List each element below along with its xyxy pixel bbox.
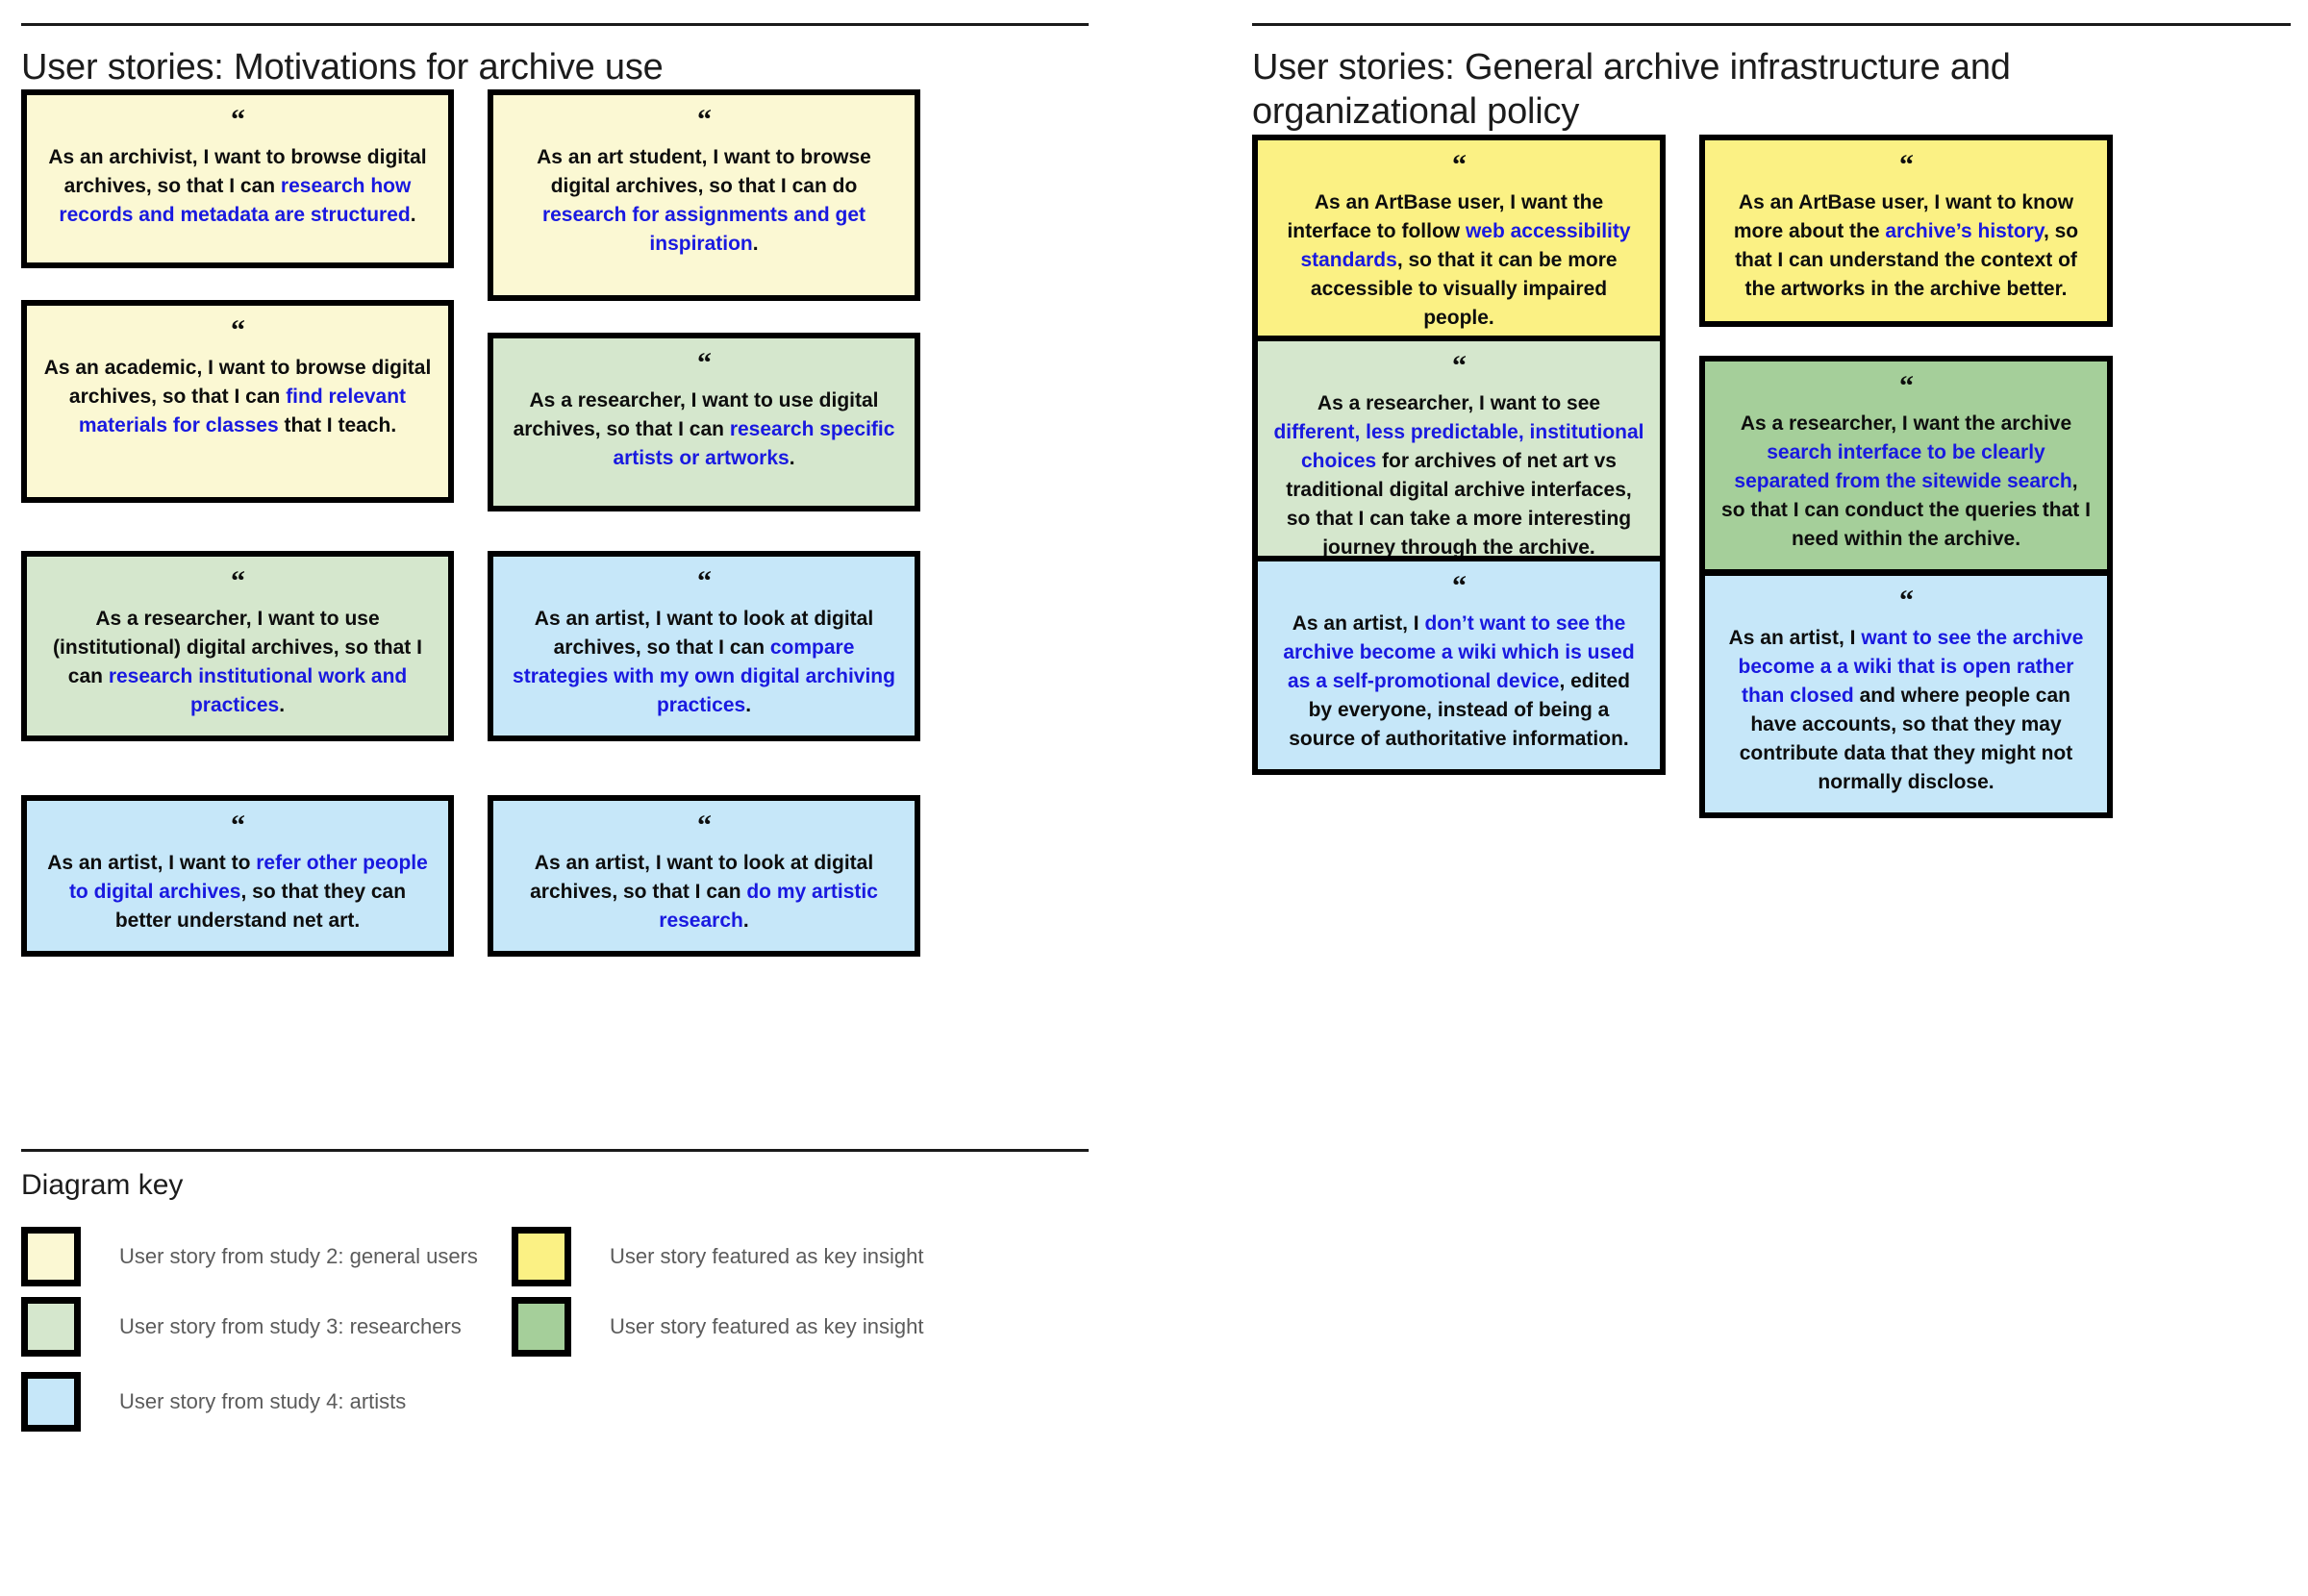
story-plain: As an artist, I xyxy=(1292,611,1425,635)
user-story-card[interactable]: “ As an artist, I want to see the archive… xyxy=(1699,569,2113,818)
story-highlight: research institutional work and practice… xyxy=(108,665,408,717)
user-story-text: As a researcher, I want to see different… xyxy=(1273,389,1644,562)
quote-mark-icon: “ xyxy=(697,565,712,598)
user-story-card[interactable]: “ As an artist, I want to look at digital… xyxy=(488,795,920,958)
quote-mark-icon: “ xyxy=(697,810,712,842)
legend-label: User story from study 2: general users xyxy=(119,1244,478,1268)
story-highlight: research for assignments and get inspira… xyxy=(541,204,866,256)
legend-label: User story featured as key insight xyxy=(610,1244,924,1268)
user-story-text: As a researcher, I want the archive sear… xyxy=(1720,410,2092,554)
user-story-text: As a researcher, I want to use (institut… xyxy=(42,605,433,720)
user-story-card[interactable]: “ As an academic, I want to browse digita… xyxy=(21,300,454,504)
legend-item: User story featured as key insight xyxy=(512,1297,923,1357)
legend-item: User story from study 4: artists xyxy=(21,1372,406,1432)
story-plain: that I teach. xyxy=(278,414,397,437)
user-story-card[interactable]: “ As an art student, I want to browse dig… xyxy=(488,89,920,302)
quote-mark-icon: “ xyxy=(1899,148,1914,181)
diagram-page: User stories: Motivations for archive us… xyxy=(0,0,2308,1596)
quote-mark-icon: “ xyxy=(1452,349,1467,382)
user-story-card[interactable]: “ As an artist, I want to look at digital… xyxy=(488,551,920,742)
right-card-grid: “ As an ArtBase user, I want the interfac… xyxy=(1252,134,2291,818)
right-column-title: User stories: General archive infrastruc… xyxy=(1252,47,2011,133)
legend-label: User story from study 4: artists xyxy=(119,1389,407,1413)
user-story-card[interactable]: “ As an artist, I don’t want to see the a… xyxy=(1252,555,1666,775)
story-plain: . xyxy=(742,910,749,933)
quote-mark-icon: “ xyxy=(697,347,712,380)
user-story-text: As a researcher, I want to use digital a… xyxy=(509,387,899,473)
story-plain: As an artist, I xyxy=(1728,626,1862,649)
quote-mark-icon: “ xyxy=(231,565,245,598)
story-highlight: archive’s history xyxy=(1885,219,2044,242)
legend-swatch-yellow xyxy=(512,1227,571,1286)
legend-title: Diagram key xyxy=(21,1169,184,1201)
legend-swatch-greenlight xyxy=(21,1297,81,1357)
user-story-card[interactable]: “ As an ArtBase user, I want to know more… xyxy=(1699,134,2113,327)
user-story-card[interactable]: “ As a researcher, I want the archive sea… xyxy=(1699,355,2113,575)
user-story-text: As an academic, I want to browse digital… xyxy=(42,354,433,440)
user-story-text: As an art student, I want to browse digi… xyxy=(509,143,899,259)
user-story-text: As an ArtBase user, I want to know more … xyxy=(1720,188,2092,304)
user-story-text: As an artist, I want to look at digital … xyxy=(509,605,899,720)
user-story-text: As an archivist, I want to browse digita… xyxy=(42,143,433,230)
story-plain: As an art student, I want to browse digi… xyxy=(537,146,871,198)
story-plain: As a researcher, I want the archive xyxy=(1740,411,2072,435)
quote-mark-icon: “ xyxy=(231,104,245,137)
user-story-text: As an artist, I want to refer other peop… xyxy=(42,849,433,935)
user-story-text: As an artist, I want to see the archive … xyxy=(1720,624,2092,797)
user-story-text: As an artist, I don’t want to see the ar… xyxy=(1273,610,1644,754)
user-story-card[interactable]: “ As an ArtBase user, I want the interfac… xyxy=(1252,134,1666,354)
legend-label: User story featured as key insight xyxy=(610,1314,924,1338)
story-plain: . xyxy=(745,694,752,717)
legend-swatch-cream xyxy=(21,1227,81,1286)
story-plain: . xyxy=(410,204,416,227)
quote-mark-icon: “ xyxy=(697,104,712,137)
quote-mark-icon: “ xyxy=(231,810,245,842)
diagram-key: Diagram key User story from study 2: gen… xyxy=(21,1149,1089,1467)
user-story-card[interactable]: “ As a researcher, I want to use (institu… xyxy=(21,551,454,742)
legend-swatch-greendark xyxy=(512,1297,571,1357)
quote-mark-icon: “ xyxy=(1452,569,1467,602)
quote-mark-icon: “ xyxy=(1452,148,1467,181)
story-highlight: search interface to be clearly separated… xyxy=(1734,440,2072,492)
story-plain: . xyxy=(752,233,759,256)
story-plain: As an artist, I want to xyxy=(47,852,257,875)
story-plain: . xyxy=(279,694,286,717)
legend-swatch-blue xyxy=(21,1372,81,1432)
left-column: User stories: Motivations for archive us… xyxy=(21,0,1089,974)
user-story-card[interactable]: “ As an archivist, I want to browse digit… xyxy=(21,89,454,269)
legend-item: User story from study 2: general users xyxy=(21,1227,478,1286)
quote-mark-icon: “ xyxy=(231,314,245,347)
user-story-card[interactable]: “ As a researcher, I want to see differen… xyxy=(1252,335,1666,584)
story-plain: As a researcher, I want to see xyxy=(1317,391,1601,414)
user-story-card[interactable]: “ As an artist, I want to refer other peo… xyxy=(21,795,454,958)
legend-label: User story from study 3: researchers xyxy=(119,1314,462,1338)
user-story-card[interactable]: “ As a researcher, I want to use digital … xyxy=(488,333,920,512)
left-column-title: User stories: Motivations for archive us… xyxy=(21,47,664,87)
legend-item: User story featured as key insight xyxy=(512,1227,923,1286)
user-story-text: As an artist, I want to look at digital … xyxy=(509,849,899,935)
story-plain: . xyxy=(789,447,795,470)
quote-mark-icon: “ xyxy=(1899,369,1914,402)
quote-mark-icon: “ xyxy=(1899,584,1914,616)
legend-items: User story from study 2: general users Us… xyxy=(21,1227,1089,1467)
right-column: User stories: General archive infrastruc… xyxy=(1252,0,2291,818)
legend-item: User story from study 3: researchers xyxy=(21,1297,462,1357)
user-story-text: As an ArtBase user, I want the interface… xyxy=(1273,188,1644,333)
left-card-grid: “ As an archivist, I want to browse digit… xyxy=(21,89,1089,974)
